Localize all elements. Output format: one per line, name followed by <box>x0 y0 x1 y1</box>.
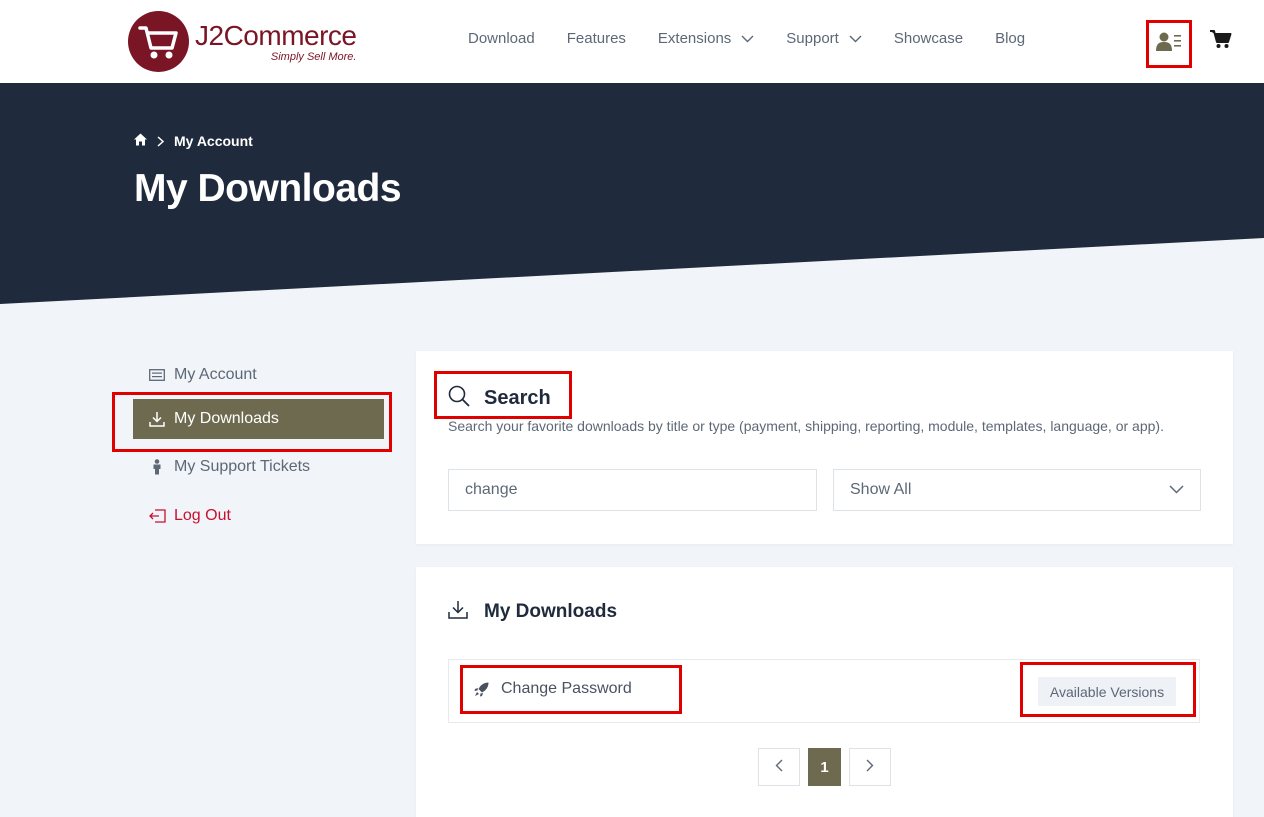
pagination-page-1[interactable]: 1 <box>808 748 841 786</box>
search-heading: Search <box>448 385 551 412</box>
nav-showcase[interactable]: Showcase <box>894 30 963 47</box>
download-icon <box>148 411 166 427</box>
chevron-right-icon <box>866 759 874 776</box>
nav-extensions-label: Extensions <box>657 30 732 47</box>
cart-icon <box>1210 29 1232 54</box>
nav-features-label: Features <box>566 30 626 47</box>
downloads-title: My Downloads <box>484 601 618 622</box>
breadcrumb-current[interactable]: My Account <box>174 133 253 149</box>
type-select-value: Show All <box>850 481 912 498</box>
cart-logo-icon <box>128 11 189 72</box>
search-description: Search your favorite downloads by title … <box>448 418 1164 434</box>
rocket-icon <box>474 682 489 697</box>
user-list-icon <box>1156 32 1182 57</box>
sidebar-item-label: Log Out <box>174 507 231 524</box>
nav-download[interactable]: Download <box>468 30 535 47</box>
nav-extensions[interactable]: Extensions <box>658 30 754 47</box>
search-title: Search <box>484 387 551 409</box>
person-icon <box>148 459 166 475</box>
hero-banner: My Account My Downloads <box>0 83 1264 305</box>
nav-blog[interactable]: Blog <box>995 30 1025 47</box>
nav-download-label: Download <box>468 30 535 47</box>
nav-showcase-label: Showcase <box>893 30 964 47</box>
chevron-left-icon <box>775 759 783 776</box>
chevron-down-icon <box>741 35 754 43</box>
download-item-name: Change Password <box>501 680 632 697</box>
nav-features[interactable]: Features <box>567 30 626 47</box>
list-icon <box>148 369 166 381</box>
available-versions-button[interactable]: Available Versions <box>1038 677 1176 706</box>
nav-support-label: Support <box>786 30 839 47</box>
downloads-heading: My Downloads <box>448 600 617 624</box>
sidebar-item-label: My Downloads <box>174 410 279 427</box>
chevron-down-icon <box>849 35 862 43</box>
pagination-prev-button[interactable] <box>758 748 800 786</box>
nav-support[interactable]: Support <box>786 30 862 47</box>
sidebar-item-label: My Account <box>174 366 257 383</box>
sidebar-item-log-out[interactable]: Log Out <box>148 507 231 525</box>
site-header: J2Commerce Simply Sell More. Download Fe… <box>0 0 1264 83</box>
logout-icon <box>148 509 166 523</box>
sidebar-item-my-account[interactable]: My Account <box>148 366 257 384</box>
chevron-down-icon <box>1169 481 1184 499</box>
sidebar-item-label: My Support Tickets <box>174 458 311 475</box>
breadcrumb: My Account <box>134 133 253 149</box>
account-button[interactable] <box>1146 20 1192 68</box>
sidebar-item-my-downloads[interactable]: My Downloads <box>133 399 384 439</box>
download-icon <box>448 600 468 624</box>
pagination-next-button[interactable] <box>849 748 891 786</box>
logo-tagline: Simply Sell More. <box>270 50 357 63</box>
cart-button[interactable] <box>1209 29 1233 54</box>
nav-blog-label: Blog <box>995 30 1026 47</box>
logo[interactable]: J2Commerce Simply Sell More. <box>128 11 357 72</box>
chevron-right-icon <box>157 135 164 147</box>
type-select[interactable]: Show All <box>833 469 1201 511</box>
main-nav: Download Features Extensions Support Sho… <box>468 30 1057 47</box>
sidebar-item-my-support-tickets[interactable]: My Support Tickets <box>148 458 310 476</box>
home-icon[interactable] <box>134 133 147 149</box>
logo-name: J2Commerce <box>195 19 357 51</box>
search-input[interactable] <box>448 469 817 511</box>
page-title: My Downloads <box>134 167 402 210</box>
search-icon <box>448 385 470 412</box>
download-item-title[interactable]: Change Password <box>474 680 632 698</box>
